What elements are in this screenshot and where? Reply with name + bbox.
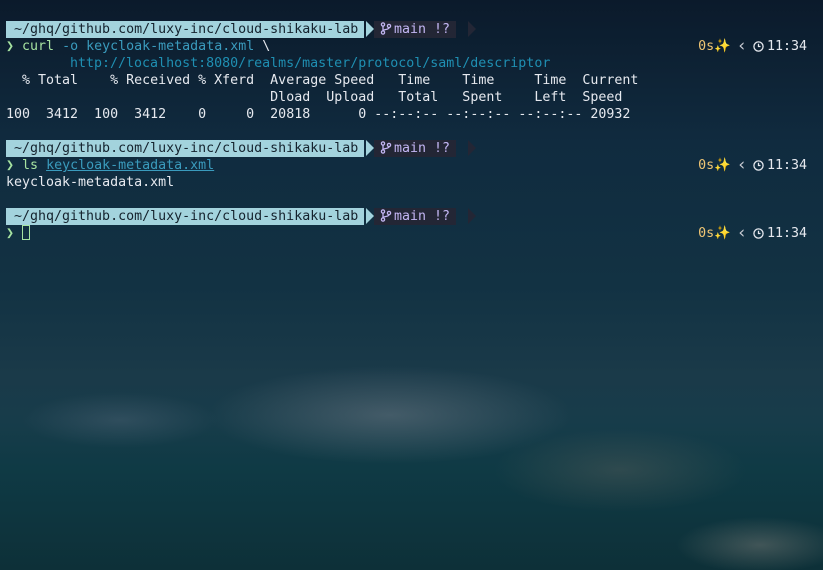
powerline-end-icon bbox=[468, 21, 476, 37]
sparkles-icon: ✨ bbox=[714, 226, 731, 241]
prompt-time: 11:34 bbox=[766, 158, 807, 173]
sparkles-icon: ✨ bbox=[714, 39, 731, 54]
cwd-path: ~/ghq/github.com/luxy-inc/cloud-shikaku-… bbox=[14, 141, 359, 156]
command-name: curl bbox=[22, 39, 55, 54]
git-branch-name: main bbox=[394, 141, 427, 156]
powerline-separator-icon bbox=[366, 208, 374, 224]
command-argument: keycloak-metadata.xml bbox=[86, 39, 255, 54]
git-branch-icon bbox=[380, 141, 392, 154]
prompt-git-segment: main !? bbox=[374, 208, 457, 225]
git-status: !? bbox=[434, 22, 451, 37]
git-status: !? bbox=[434, 141, 451, 156]
line-continuation: \ bbox=[262, 39, 271, 54]
clock-icon bbox=[753, 41, 764, 52]
active-command-line[interactable]: ❯ bbox=[6, 225, 31, 242]
terminal-cursor[interactable] bbox=[22, 225, 31, 240]
command-flag: -o bbox=[62, 39, 79, 54]
command-duration: 0s bbox=[698, 158, 715, 173]
sparkles-icon: ✨ bbox=[714, 158, 731, 173]
powerline-separator-icon bbox=[366, 140, 374, 156]
prompt-path-segment: ~/ghq/github.com/luxy-inc/cloud-shikaku-… bbox=[6, 208, 365, 225]
ls-output: keycloak-metadata.xml bbox=[6, 175, 175, 190]
clock-icon bbox=[753, 228, 764, 239]
prompt-char: ❯ bbox=[6, 158, 15, 173]
curl-progress-row: 100 3412 100 3412 0 0 20818 0 --:--:-- -… bbox=[6, 107, 631, 122]
command-url-line: http://localhost:8080/realms/master/prot… bbox=[70, 55, 550, 72]
curl-header-2: Dload Upload Total Spent Left Speed bbox=[6, 90, 623, 105]
prompt-right-status-2: 0s✨ ‹ 11:34 bbox=[698, 157, 807, 174]
clock-icon bbox=[753, 160, 764, 171]
prompt-git-segment: main !? bbox=[374, 21, 457, 38]
prompt-time: 11:34 bbox=[766, 226, 807, 241]
command-duration: 0s bbox=[698, 39, 715, 54]
prompt-time: 11:34 bbox=[766, 39, 807, 54]
powerline-end-icon bbox=[468, 208, 476, 224]
command-name: ls bbox=[22, 158, 39, 173]
command-duration: 0s bbox=[698, 226, 715, 241]
prompt-right-status-1: 0s✨ ‹ 11:34 bbox=[698, 38, 807, 55]
prompt-git-segment: main !? bbox=[374, 140, 457, 157]
command-line-2: ❯ ls keycloak-metadata.xml bbox=[6, 157, 214, 174]
prompt-path-segment: ~/ghq/github.com/luxy-inc/cloud-shikaku-… bbox=[6, 140, 365, 157]
prompt-path-segment: ~/ghq/github.com/luxy-inc/cloud-shikaku-… bbox=[6, 21, 365, 38]
chevron-left-icon: ‹ bbox=[736, 36, 747, 56]
git-branch-name: main bbox=[394, 22, 427, 37]
cwd-path: ~/ghq/github.com/luxy-inc/cloud-shikaku-… bbox=[14, 22, 359, 37]
command-argument: keycloak-metadata.xml bbox=[46, 158, 215, 173]
powerline-separator-icon bbox=[366, 21, 374, 37]
chevron-left-icon: ‹ bbox=[736, 155, 747, 175]
prompt-char: ❯ bbox=[6, 226, 15, 241]
prompt-right-status-3: 0s✨ ‹ 11:34 bbox=[698, 225, 807, 242]
git-branch-name: main bbox=[394, 209, 427, 224]
powerline-end-icon bbox=[468, 140, 476, 156]
command-line-1: ❯ curl -o keycloak-metadata.xml \ bbox=[6, 38, 270, 55]
git-branch-icon bbox=[380, 22, 392, 35]
prompt-char: ❯ bbox=[6, 39, 15, 54]
command-url: http://localhost:8080/realms/master/prot… bbox=[70, 56, 551, 71]
curl-header-1: % Total % Received % Xferd Average Speed… bbox=[6, 73, 639, 88]
git-status: !? bbox=[434, 209, 451, 224]
chevron-left-icon: ‹ bbox=[736, 223, 747, 243]
cwd-path: ~/ghq/github.com/luxy-inc/cloud-shikaku-… bbox=[14, 209, 359, 224]
git-branch-icon bbox=[380, 209, 392, 222]
